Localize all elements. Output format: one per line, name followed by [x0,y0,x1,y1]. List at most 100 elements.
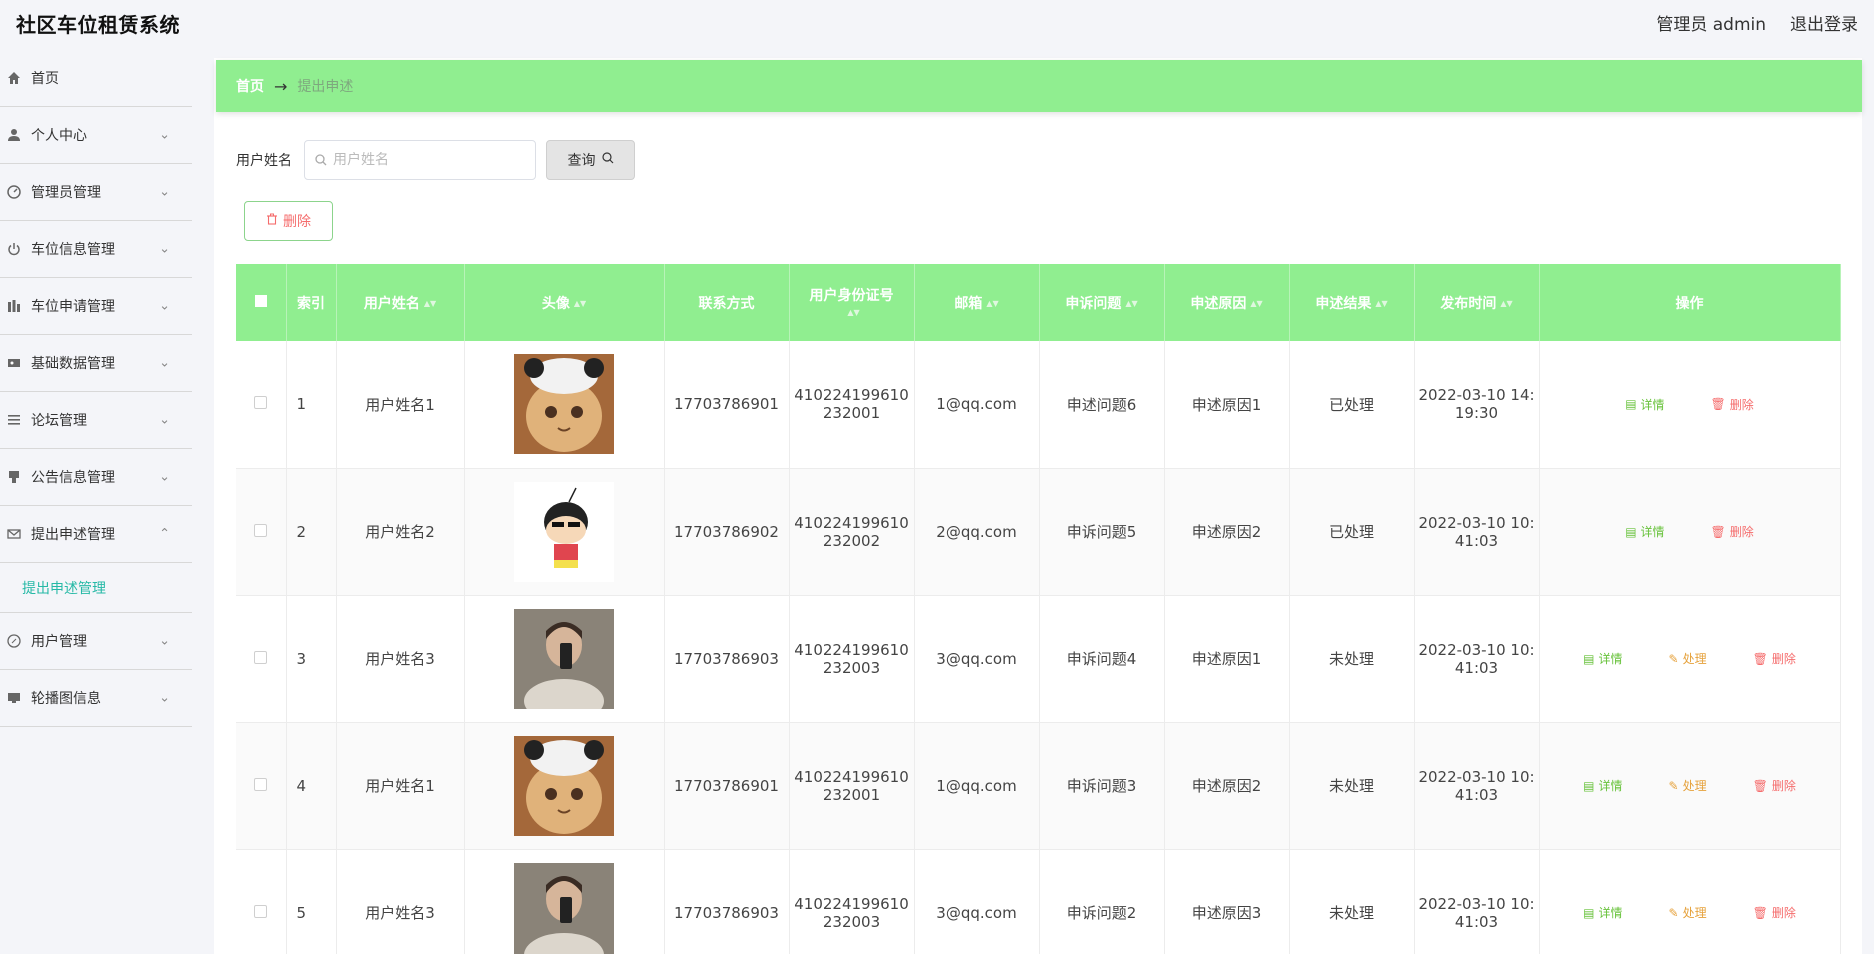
compass-icon [6,633,22,649]
reason-cell: 申述原因1 [1164,341,1290,469]
phone-cell: 17703786903 [664,849,790,954]
batch-delete-button[interactable]: 删除 [244,201,333,241]
sort-icon[interactable]: ▲▼ [1375,299,1387,308]
time-cell: 2022-03-10 10: 41:03 [1414,595,1540,723]
row-checkbox[interactable] [254,396,268,410]
id-number-line: 232002 [822,531,881,550]
time-line: 41:03 [1454,912,1499,931]
column-header[interactable]: 申诉问题 ▲▼ [1039,264,1165,341]
select-all-checkbox[interactable] [254,294,267,307]
sidebar-item-admin[interactable]: 管理员管理 ⌄ [0,164,192,221]
sidebar-item-profile[interactable]: 个人中心 ⌄ [0,107,192,164]
sidebar-item-appeal[interactable]: 提出申述管理 ⌃ [0,506,192,563]
handle-button[interactable]: ✎ 处理 [1659,646,1717,671]
sidebar-item-label: 管理员管理 [31,185,101,201]
delete-button[interactable]: 🗑 删除 [1743,646,1806,671]
sidebar-item-home[interactable]: 首页 [0,50,192,107]
row-checkbox[interactable] [254,650,268,664]
row-checkbox[interactable] [254,777,268,791]
edit-icon: ✎ [1668,651,1679,666]
delete-label: 删除 [1729,525,1754,539]
appeal-table: 索引 用户姓名 ▲▼ 头像 ▲▼ 联系方式 用户身份证号 ▲▼ 邮箱 ▲▼ 申诉问题 ▲▼… [236,264,1841,954]
query-button[interactable]: 查询 [546,140,635,180]
column-header[interactable]: 头像 ▲▼ [464,264,665,341]
sort-icon[interactable]: ▲▼ [986,299,998,308]
avatar-cell [464,468,665,596]
select-all-checkbox-cell[interactable] [236,264,287,341]
chevron-up-icon: ⌃ [159,526,170,542]
delete-button[interactable]: 🗑 删除 [1701,392,1764,417]
column-header[interactable]: 用户姓名 ▲▼ [336,264,465,341]
column-header-label: 用户姓名 [363,295,420,312]
avatar [514,735,614,836]
handle-button[interactable]: ✎ 处理 [1659,900,1717,925]
column-header-label: 申述结果 [1315,295,1372,312]
search-input[interactable] [333,152,523,168]
row-checkbox-cell[interactable] [236,468,287,596]
result-cell: 未处理 [1289,722,1415,850]
mail-icon [6,526,22,542]
row-checkbox-cell[interactable] [236,722,287,850]
power-icon [6,241,22,257]
sidebar: 首页 个人中心 ⌄ 管理员管理 ⌄ 车位信息管理 ⌄ 车位申请管理 ⌄ 基础数据… [0,50,192,727]
column-header: 操作 [1539,264,1841,341]
row-checkbox-cell[interactable] [236,341,287,469]
time-cell: 2022-03-10 10: 41:03 [1414,722,1540,850]
column-header-label: 头像 [541,295,570,312]
name-cell: 用户姓名1 [336,341,465,469]
sort-icon[interactable]: ▲▼ [847,308,859,317]
table-row: 3 用户姓名3 17703786903 410224199610 232003 3… [236,595,1841,723]
id-number-line: 410224199610 [794,513,909,532]
column-header[interactable]: 发布时间 ▲▼ [1414,264,1540,341]
row-checkbox[interactable] [254,523,268,537]
breadcrumb-home[interactable]: 首页 [236,76,264,96]
id-number-line: 410224199610 [794,894,909,913]
sidebar-item-users[interactable]: 用户管理 ⌄ [0,613,192,670]
sidebar-item-base-data[interactable]: 基础数据管理 ⌄ [0,335,192,392]
chevron-down-icon: ⌄ [159,412,170,428]
sidebar-item-forum[interactable]: 论坛管理 ⌄ [0,392,192,449]
logout-link[interactable]: 退出登录 [1790,10,1858,35]
column-header[interactable]: 申述结果 ▲▼ [1289,264,1415,341]
id-number-line: 232001 [822,404,881,423]
view-label: 详情 [1640,525,1665,539]
search-icon [315,151,327,170]
id-number-cell: 410224199610 232001 [789,722,915,850]
sidebar-item-carousel[interactable]: 轮播图信息 ⌄ [0,670,192,727]
edit-icon: ✎ [1668,905,1679,920]
trash-icon: 🗑 [1710,397,1726,412]
column-header[interactable]: 用户身份证号 ▲▼ [789,264,915,341]
list-icon [6,412,22,428]
view-button[interactable]: ▤ 详情 [1573,900,1632,925]
view-button[interactable]: ▤ 详情 [1615,519,1674,544]
view-button[interactable]: ▤ 详情 [1615,392,1674,417]
view-label: 详情 [1640,397,1665,412]
avatar-cell [464,595,665,723]
handle-button[interactable]: ✎ 处理 [1659,773,1717,798]
trash-icon [266,213,278,229]
sort-icon[interactable]: ▲▼ [1500,299,1512,308]
delete-button[interactable]: 🗑 删除 [1743,900,1806,925]
table-row: 1 用户姓名1 17703786901 410224199610 232001 1… [236,341,1841,469]
delete-button[interactable]: 🗑 删除 [1701,519,1764,544]
sidebar-subitem-appeal-manage[interactable]: 提出申述管理 [0,563,192,613]
sidebar-item-parking-apply[interactable]: 车位申请管理 ⌄ [0,278,192,335]
sort-icon[interactable]: ▲▼ [424,299,436,308]
delete-button[interactable]: 🗑 删除 [1743,773,1806,798]
sidebar-item-notice[interactable]: 公告信息管理 ⌄ [0,449,192,506]
view-button[interactable]: ▤ 详情 [1573,773,1632,798]
view-button[interactable]: ▤ 详情 [1573,646,1632,671]
handle-label: 处理 [1682,906,1707,920]
search-field[interactable] [304,140,536,180]
column-header[interactable]: 申述原因 ▲▼ [1164,264,1290,341]
sidebar-item-parking-info[interactable]: 车位信息管理 ⌄ [0,221,192,278]
row-checkbox[interactable] [254,904,268,918]
column-header[interactable]: 邮箱 ▲▼ [914,264,1040,341]
time-line: 41:03 [1454,531,1499,550]
sort-icon[interactable]: ▲▼ [1125,299,1137,308]
row-checkbox-cell[interactable] [236,595,287,723]
search-label: 用户姓名 [236,153,292,169]
sort-icon[interactable]: ▲▼ [574,299,586,308]
sort-icon[interactable]: ▲▼ [1250,299,1262,308]
row-checkbox-cell[interactable] [236,849,287,954]
